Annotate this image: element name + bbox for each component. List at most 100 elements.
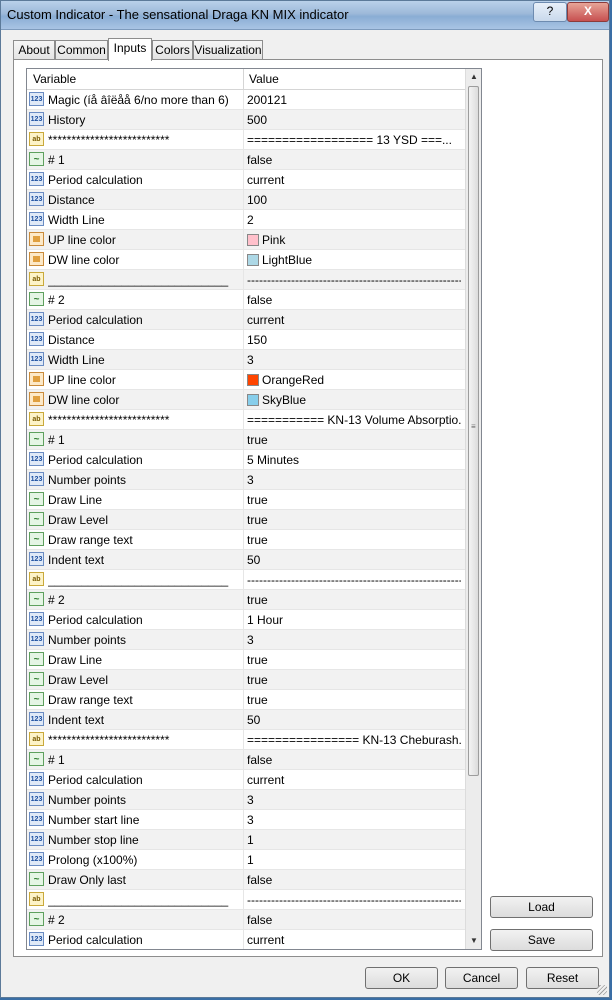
table-row[interactable]: 123 Number points 3 [27,470,465,490]
table-row[interactable]: 123 Number stop line 1 [27,830,465,850]
table-row[interactable]: ab ************************** ============… [27,130,465,150]
variable-value[interactable]: false [247,913,461,927]
tab-common[interactable]: Common [55,40,108,60]
table-row[interactable]: ab ___________________________ -----------… [27,570,465,590]
variable-value[interactable]: 100 [247,193,461,207]
table-row[interactable]: ~ Draw Level true [27,670,465,690]
variable-value[interactable]: false [247,293,461,307]
table-row[interactable]: DW line color SkyBlue [27,390,465,410]
variable-value[interactable]: true [247,533,461,547]
reset-button[interactable]: Reset [526,967,599,989]
table-row[interactable]: ~ Draw Only last false [27,870,465,890]
variable-value[interactable]: 2 [247,213,461,227]
variable-value[interactable]: 3 [247,813,461,827]
title-bar[interactable]: Custom Indicator - The sensational Draga… [1,1,609,30]
table-row[interactable]: 123 Prolong (x100%) 1 [27,850,465,870]
variable-value[interactable]: 1 [247,833,461,847]
table-row[interactable]: ~ Draw range text true [27,690,465,710]
variable-value[interactable]: 150 [247,333,461,347]
table-row[interactable]: ab ___________________________ -----------… [27,890,465,910]
variable-value[interactable]: current [247,313,461,327]
table-row[interactable]: UP line color Pink [27,230,465,250]
table-row[interactable]: ~ # 1 false [27,750,465,770]
table-row[interactable]: 123 Number points 3 [27,630,465,650]
variable-value[interactable]: OrangeRed [247,373,461,387]
variable-value[interactable]: 3 [247,633,461,647]
value-column-header[interactable]: Value [249,72,279,86]
variable-value[interactable]: true [247,653,461,667]
cancel-button[interactable]: Cancel [445,967,518,989]
table-row[interactable]: ~ # 1 false [27,150,465,170]
table-row[interactable]: ab ___________________________ -----------… [27,270,465,290]
ok-button[interactable]: OK [365,967,438,989]
variable-value[interactable]: 50 [247,553,461,567]
table-row[interactable]: ~ # 1 true [27,430,465,450]
table-row[interactable]: ~ Draw Line true [27,490,465,510]
variable-value[interactable]: 5 Minutes [247,453,461,467]
variable-value[interactable]: true [247,493,461,507]
table-row[interactable]: ~ Draw range text true [27,530,465,550]
close-button[interactable]: X [567,2,609,22]
tab-inputs[interactable]: Inputs [108,38,152,61]
variable-value[interactable]: 500 [247,113,461,127]
table-row[interactable]: ~ # 2 false [27,290,465,310]
table-row[interactable]: UP line color OrangeRed [27,370,465,390]
table-row[interactable]: ~ # 2 false [27,910,465,930]
scrollbar-thumb[interactable]: ≡ [468,86,479,776]
variable-value[interactable]: true [247,673,461,687]
variable-value[interactable]: false [247,753,461,767]
table-row[interactable]: 123 History 500 [27,110,465,130]
variable-value[interactable]: SkyBlue [247,393,461,407]
table-row[interactable]: 123 Number start line 3 [27,810,465,830]
table-row[interactable]: 123 Width Line 3 [27,350,465,370]
table-row[interactable]: 123 Magic (íå âîëåå 6/no more than 6) 2001… [27,90,465,110]
variable-value[interactable]: ----------------------------------------… [247,573,461,587]
scroll-up-arrow-icon[interactable]: ▲ [466,69,481,85]
table-row[interactable]: DW line color LightBlue [27,250,465,270]
table-row[interactable]: 123 Distance 100 [27,190,465,210]
variable-value[interactable]: 3 [247,473,461,487]
variable-value[interactable]: ================ KN-13 Cheburash... [247,733,461,747]
variable-value[interactable]: 50 [247,713,461,727]
variable-value[interactable]: 3 [247,353,461,367]
header-divider[interactable] [243,69,244,89]
table-row[interactable]: 123 Period calculation 5 Minutes [27,450,465,470]
vertical-scrollbar[interactable]: ▲ ≡ ▼ [465,69,481,949]
variable-value[interactable]: 200121 [247,93,461,107]
save-button[interactable]: Save [490,929,593,951]
table-row[interactable]: 123 Period calculation current [27,170,465,190]
variable-value[interactable]: current [247,933,461,947]
table-row[interactable]: ~ # 2 true [27,590,465,610]
table-row[interactable]: 123 Period calculation 1 Hour [27,610,465,630]
variable-value[interactable]: ================== 13 YSD ===... [247,133,461,147]
variable-value[interactable]: current [247,173,461,187]
variable-value[interactable]: true [247,693,461,707]
variable-value[interactable]: true [247,593,461,607]
table-row[interactable]: 123 Indent text 50 [27,710,465,730]
variable-value[interactable]: =========== KN-13 Volume Absorptio... [247,413,461,427]
variable-value[interactable]: true [247,433,461,447]
table-row[interactable]: 123 Period calculation current [27,930,465,949]
table-row[interactable]: ab ************************** ============… [27,730,465,750]
variable-value[interactable]: true [247,513,461,527]
variable-value[interactable]: ----------------------------------------… [247,893,461,907]
table-row[interactable]: 123 Indent text 50 [27,550,465,570]
variable-value[interactable]: 1 [247,853,461,867]
table-row[interactable]: 123 Period calculation current [27,310,465,330]
table-row[interactable]: ab ************************** =========== … [27,410,465,430]
table-row[interactable]: 123 Distance 150 [27,330,465,350]
variable-value[interactable]: LightBlue [247,253,461,267]
load-button[interactable]: Load [490,896,593,918]
table-row[interactable]: 123 Number points 3 [27,790,465,810]
resize-grip-icon[interactable] [597,985,607,995]
variable-value[interactable]: 1 Hour [247,613,461,627]
tab-about[interactable]: About [13,40,55,60]
variable-value[interactable]: 3 [247,793,461,807]
table-row[interactable]: ~ Draw Level true [27,510,465,530]
table-row[interactable]: 123 Width Line 2 [27,210,465,230]
tab-visualization[interactable]: Visualization [193,40,263,60]
variable-column-header[interactable]: Variable [33,72,76,86]
variable-value[interactable]: false [247,873,461,887]
tab-colors[interactable]: Colors [152,40,193,60]
variable-value[interactable]: false [247,153,461,167]
